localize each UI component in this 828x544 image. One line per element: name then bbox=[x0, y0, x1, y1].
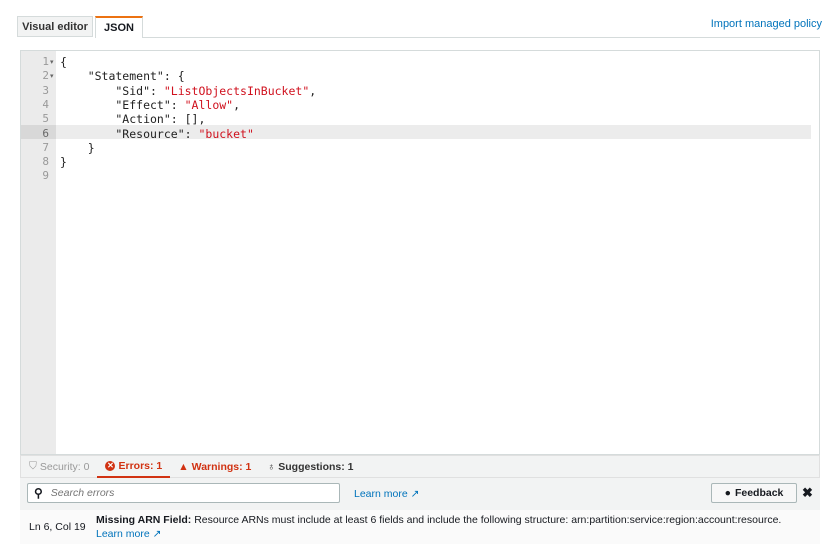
search-errors-input[interactable] bbox=[49, 486, 313, 500]
warning-icon: ▲ bbox=[178, 461, 188, 473]
tab-visual-editor[interactable]: Visual editor bbox=[17, 16, 93, 37]
errors-count: Errors: 1 bbox=[118, 460, 162, 472]
code-line[interactable]: } bbox=[60, 155, 67, 169]
code-line[interactable]: "Statement": { bbox=[60, 69, 185, 83]
error-message: Resource ARNs must include at least 6 fi… bbox=[191, 514, 781, 526]
code-text: "Statement": { bbox=[60, 69, 185, 83]
external-link-icon: ↗ bbox=[411, 488, 420, 500]
line-number: 2 bbox=[21, 69, 49, 82]
tab-warnings[interactable]: ▲ Warnings: 1 bbox=[170, 456, 259, 478]
code-text: "Effect": bbox=[60, 98, 185, 112]
code-line[interactable]: "Sid": "ListObjectsInBucket", bbox=[60, 84, 316, 98]
import-managed-policy-link[interactable]: Import managed policy bbox=[711, 18, 822, 30]
line-number: 8 bbox=[21, 155, 49, 168]
json-editor[interactable]: 1▾ {2▾ "Statement": { 3 "Sid": "ListObject… bbox=[20, 50, 820, 455]
tab-suggestions[interactable]: ♁Suggestions: 1 bbox=[259, 456, 361, 478]
code-text: "Resource": bbox=[60, 127, 198, 141]
code-text: } bbox=[60, 155, 67, 169]
close-icon[interactable]: ✖ bbox=[802, 485, 813, 501]
lightbulb-icon: ♁ bbox=[267, 461, 275, 473]
speech-bubble-icon: ● bbox=[725, 487, 731, 499]
code-text: "Action": [], bbox=[60, 112, 205, 126]
error-row: Ln 6, Col 19 Missing ARN Field: Resource… bbox=[20, 510, 820, 544]
string-value: "Allow" bbox=[185, 98, 233, 112]
external-link-icon: ↗ bbox=[153, 528, 162, 540]
search-errors-input-wrapper[interactable]: ⚲ bbox=[27, 483, 340, 503]
suggestions-count: Suggestions: 1 bbox=[278, 461, 353, 473]
line-number: 7 bbox=[21, 141, 49, 154]
line-number: 5 bbox=[21, 112, 49, 125]
error-location: Ln 6, Col 19 bbox=[29, 521, 86, 533]
tab-divider bbox=[143, 37, 820, 38]
fold-arrow-icon[interactable]: ▾ bbox=[50, 72, 54, 80]
code-line[interactable]: "Resource": "bucket" bbox=[60, 127, 254, 141]
code-line[interactable]: { bbox=[60, 55, 67, 69]
fold-arrow-icon[interactable]: ▾ bbox=[50, 58, 54, 66]
error-learn-more-link[interactable]: Learn more ↗ bbox=[96, 528, 161, 540]
security-count: Security: 0 bbox=[40, 461, 90, 473]
string-value: "ListObjectsInBucket" bbox=[164, 84, 309, 98]
search-icon: ⚲ bbox=[34, 486, 43, 500]
code-line[interactable]: "Action": [], bbox=[60, 112, 205, 126]
line-number: 1 bbox=[21, 55, 49, 68]
error-title: Missing ARN Field: bbox=[96, 514, 191, 526]
code-text: { bbox=[60, 55, 67, 69]
validation-tabs: ⛉Security: 0 ✕Errors: 1 ▲ Warnings: 1 ♁Su… bbox=[20, 455, 820, 478]
string-value: "bucket" bbox=[198, 127, 253, 141]
feedback-label: Feedback bbox=[735, 487, 783, 499]
code-line[interactable]: } bbox=[60, 141, 95, 155]
line-number: 6 bbox=[21, 127, 49, 140]
line-number: 4 bbox=[21, 98, 49, 111]
error-icon: ✕ bbox=[105, 461, 115, 471]
learn-more-link[interactable]: Learn more ↗ bbox=[354, 488, 419, 500]
code-line[interactable]: "Effect": "Allow", bbox=[60, 98, 240, 112]
warnings-count: Warnings: 1 bbox=[192, 461, 252, 473]
code-text: "Sid": bbox=[60, 84, 164, 98]
line-number: 9 bbox=[21, 169, 49, 182]
code-punct: , bbox=[309, 84, 316, 98]
code-text: } bbox=[60, 141, 95, 155]
tab-security[interactable]: ⛉Security: 0 bbox=[21, 456, 97, 478]
line-number: 3 bbox=[21, 84, 49, 97]
shield-icon: ⛉ bbox=[29, 460, 37, 473]
tab-json[interactable]: JSON bbox=[95, 16, 143, 38]
code-punct: , bbox=[233, 98, 240, 112]
feedback-button[interactable]: ● Feedback bbox=[711, 483, 797, 503]
tab-errors[interactable]: ✕Errors: 1 bbox=[97, 456, 170, 478]
